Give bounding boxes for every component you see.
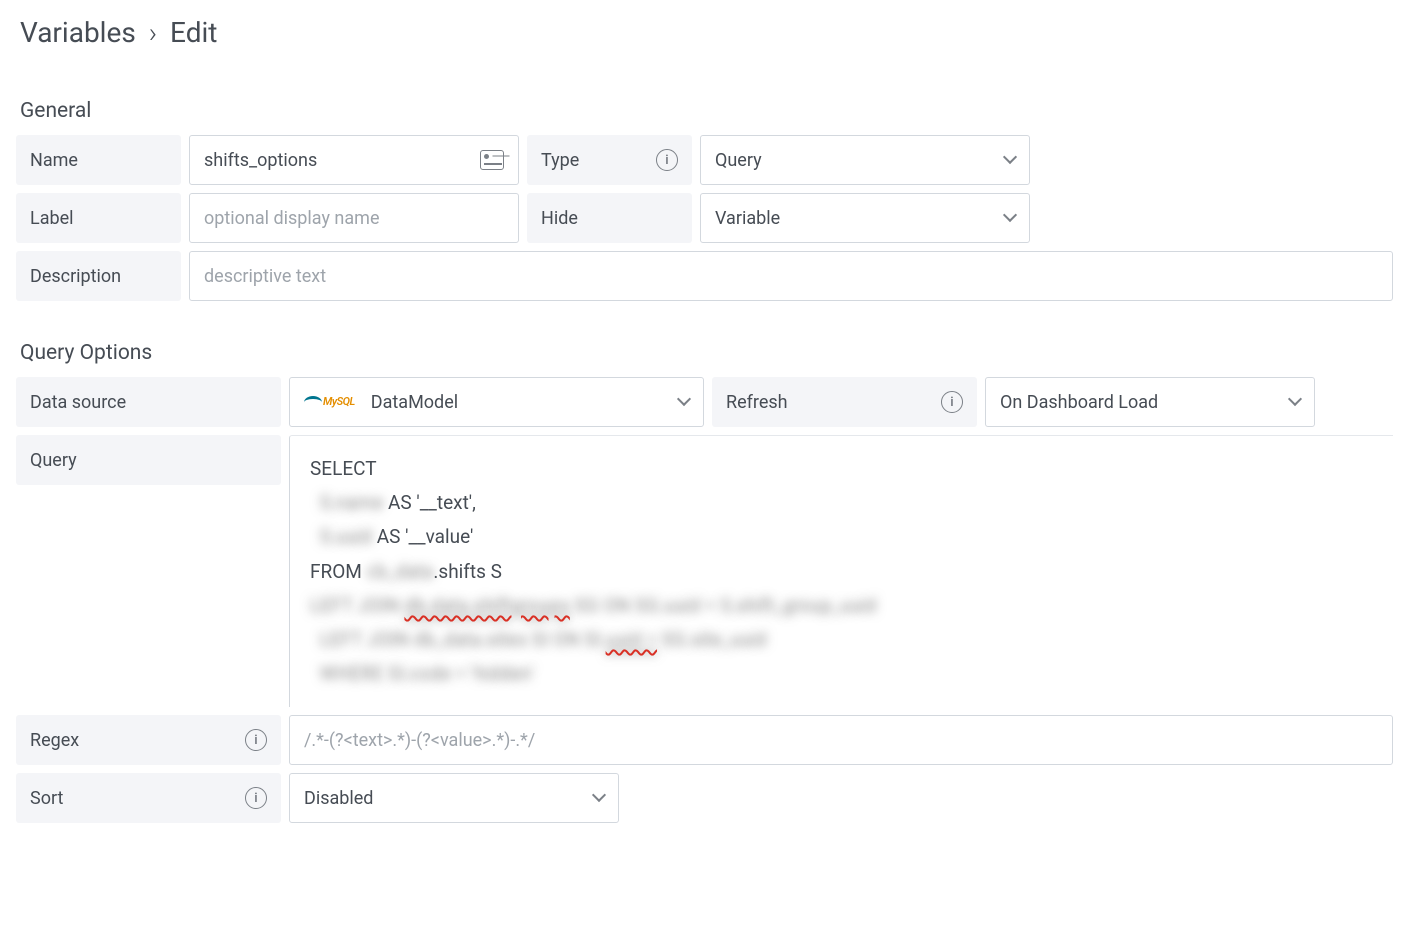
- type-select[interactable]: Query: [700, 135, 1030, 185]
- name-input-wrap[interactable]: [189, 135, 519, 185]
- form-icon: [480, 150, 504, 170]
- chevron-down-icon: [1288, 396, 1300, 408]
- chevron-down-icon: [1003, 154, 1015, 166]
- section-general-title: General: [16, 99, 1393, 123]
- name-label: Name: [16, 135, 181, 185]
- sort-select[interactable]: Disabled: [289, 773, 619, 823]
- section-general: General Name Type i Query Label Hide Var…: [16, 99, 1393, 301]
- datasource-label: Data source: [16, 377, 281, 427]
- info-icon[interactable]: i: [656, 149, 678, 171]
- breadcrumb-root[interactable]: Variables: [20, 16, 136, 49]
- info-icon[interactable]: i: [245, 787, 267, 809]
- breadcrumb-current: Edit: [170, 16, 217, 49]
- section-query-options-title: Query Options: [16, 341, 1393, 365]
- label-input[interactable]: [204, 208, 504, 229]
- info-icon[interactable]: i: [245, 729, 267, 751]
- datasource-select[interactable]: MySQL DataModel: [289, 377, 704, 427]
- name-input[interactable]: [204, 150, 472, 171]
- breadcrumb-sep: ›: [149, 16, 157, 49]
- chevron-down-icon: [677, 396, 689, 408]
- section-query-options: Query Options Data source MySQL DataMode…: [16, 341, 1393, 823]
- chevron-down-icon: [592, 792, 604, 804]
- label-label: Label: [16, 193, 181, 243]
- regex-label: Regex i: [16, 715, 281, 765]
- description-input-wrap[interactable]: [189, 251, 1393, 301]
- refresh-label: Refresh i: [712, 377, 977, 427]
- query-textarea[interactable]: SELECT S.name AS '__text', S.uuid AS '__…: [289, 435, 1393, 707]
- breadcrumb: Variables › Edit: [16, 16, 1393, 49]
- hide-select[interactable]: Variable: [700, 193, 1030, 243]
- regex-input-wrap[interactable]: /.*-(?<text>.*)-(?<value>.*)-.*/: [289, 715, 1393, 765]
- mysql-logo-icon: MySQL: [304, 395, 355, 409]
- description-input[interactable]: [204, 266, 1378, 287]
- query-label: Query: [16, 435, 281, 485]
- label-input-wrap[interactable]: [189, 193, 519, 243]
- info-icon[interactable]: i: [941, 391, 963, 413]
- hide-label: Hide: [527, 193, 692, 243]
- type-label: Type i: [527, 135, 692, 185]
- sort-label: Sort i: [16, 773, 281, 823]
- chevron-down-icon: [1003, 212, 1015, 224]
- regex-input[interactable]: /.*-(?<text>.*)-(?<value>.*)-.*/: [304, 730, 535, 751]
- refresh-select[interactable]: On Dashboard Load: [985, 377, 1315, 427]
- description-label: Description: [16, 251, 181, 301]
